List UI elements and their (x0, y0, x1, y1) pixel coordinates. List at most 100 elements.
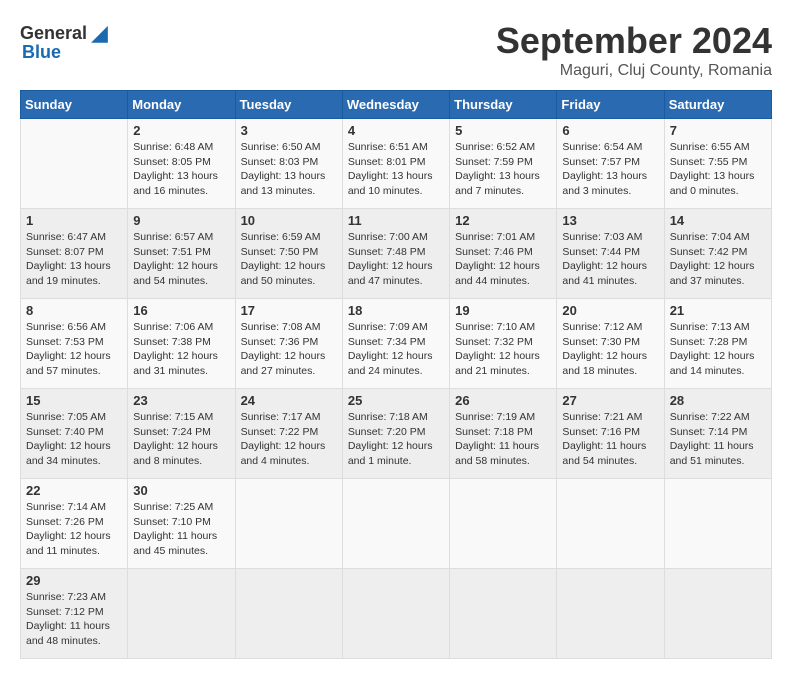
logo-bird-icon: ◢ (91, 20, 108, 46)
day-number: 11 (348, 213, 444, 228)
day-info: Sunrise: 7:13 AMSunset: 7:28 PMDaylight:… (670, 320, 766, 379)
day-info: Sunrise: 7:12 AMSunset: 7:30 PMDaylight:… (562, 320, 658, 379)
day-info: Sunrise: 7:15 AMSunset: 7:24 PMDaylight:… (133, 410, 229, 469)
day-number: 12 (455, 213, 551, 228)
day-number: 16 (133, 303, 229, 318)
list-item: 7Sunrise: 6:55 AMSunset: 7:55 PMDaylight… (664, 119, 771, 209)
logo-general: General (20, 23, 87, 44)
list-item: 21 Sunrise: 7:13 AMSunset: 7:28 PMDayligh… (664, 299, 771, 389)
day-number: 22 (26, 483, 122, 498)
day-info: Sunrise: 6:55 AMSunset: 7:55 PMDaylight:… (670, 140, 766, 199)
day-number: 18 (348, 303, 444, 318)
title-section: September 2024 Maguri, Cluj County, Roma… (496, 20, 772, 80)
list-item (235, 479, 342, 569)
day-info: Sunrise: 7:06 AMSunset: 7:38 PMDaylight:… (133, 320, 229, 379)
day-info: Sunrise: 6:52 AMSunset: 7:59 PMDaylight:… (455, 140, 551, 199)
day-info: Sunrise: 6:57 AMSunset: 7:51 PMDaylight:… (133, 230, 229, 289)
day-info: Sunrise: 7:23 AMSunset: 7:12 PMDaylight:… (26, 590, 122, 649)
col-wednesday: Wednesday (342, 91, 449, 119)
day-number: 2 (133, 123, 229, 138)
list-item: 30 Sunrise: 7:25 AMSunset: 7:10 PMDayligh… (128, 479, 235, 569)
col-monday: Monday (128, 91, 235, 119)
day-number: 30 (133, 483, 229, 498)
logo-blue: Blue (22, 42, 61, 63)
day-number: 4 (348, 123, 444, 138)
day-info: Sunrise: 7:19 AMSunset: 7:18 PMDaylight:… (455, 410, 551, 469)
list-item: 4 Sunrise: 6:51 AMSunset: 8:01 PMDaylight… (342, 119, 449, 209)
day-number: 17 (241, 303, 337, 318)
list-item: 3Sunrise: 6:50 AMSunset: 8:03 PMDaylight… (235, 119, 342, 209)
calendar-subtitle: Maguri, Cluj County, Romania (496, 62, 772, 80)
day-number: 15 (26, 393, 122, 408)
list-item (342, 479, 449, 569)
day-info: Sunrise: 7:08 AMSunset: 7:36 PMDaylight:… (241, 320, 337, 379)
list-item: 12Sunrise: 7:01 AMSunset: 7:46 PMDayligh… (450, 209, 557, 299)
day-info: Sunrise: 7:17 AMSunset: 7:22 PMDaylight:… (241, 410, 337, 469)
list-item: 1 Sunrise: 6:47 AMSunset: 8:07 PMDaylight… (21, 209, 128, 299)
day-info: Sunrise: 6:51 AMSunset: 8:01 PMDaylight:… (348, 140, 444, 199)
day-number: 19 (455, 303, 551, 318)
day-number: 10 (241, 213, 337, 228)
list-item: 24Sunrise: 7:17 AMSunset: 7:22 PMDayligh… (235, 389, 342, 479)
day-number: 8 (26, 303, 122, 318)
list-item: 18 Sunrise: 7:09 AMSunset: 7:34 PMDayligh… (342, 299, 449, 389)
list-item (450, 479, 557, 569)
list-item (557, 569, 664, 659)
list-item: 20 Sunrise: 7:12 AMSunset: 7:30 PMDayligh… (557, 299, 664, 389)
col-thursday: Thursday (450, 91, 557, 119)
day-info: Sunrise: 7:10 AMSunset: 7:32 PMDaylight:… (455, 320, 551, 379)
day-number: 3 (241, 123, 337, 138)
list-item (664, 479, 771, 569)
col-saturday: Saturday (664, 91, 771, 119)
table-row: 29Sunrise: 7:23 AMSunset: 7:12 PMDayligh… (21, 569, 772, 659)
day-info: Sunrise: 7:00 AMSunset: 7:48 PMDaylight:… (348, 230, 444, 289)
list-item: 13Sunrise: 7:03 AMSunset: 7:44 PMDayligh… (557, 209, 664, 299)
day-info: Sunrise: 6:54 AMSunset: 7:57 PMDaylight:… (562, 140, 658, 199)
day-number: 1 (26, 213, 122, 228)
day-info: Sunrise: 7:21 AMSunset: 7:16 PMDaylight:… (562, 410, 658, 469)
list-item (235, 569, 342, 659)
table-row: 22 Sunrise: 7:14 AMSunset: 7:26 PMDayligh… (21, 479, 772, 569)
day-info: Sunrise: 7:25 AMSunset: 7:10 PMDaylight:… (133, 500, 229, 559)
page-header: General ◢ Blue September 2024 Maguri, Cl… (20, 20, 772, 80)
day-number: 23 (133, 393, 229, 408)
list-item: 2 Sunrise: 6:48 AMSunset: 8:05 PMDaylight… (128, 119, 235, 209)
day-info: Sunrise: 7:18 AMSunset: 7:20 PMDaylight:… (348, 410, 444, 469)
day-info: Sunrise: 7:22 AMSunset: 7:14 PMDaylight:… (670, 410, 766, 469)
day-number: 14 (670, 213, 766, 228)
list-item: 5Sunrise: 6:52 AMSunset: 7:59 PMDaylight… (450, 119, 557, 209)
day-info: Sunrise: 7:14 AMSunset: 7:26 PMDaylight:… (26, 500, 122, 559)
day-number: 20 (562, 303, 658, 318)
list-item: 16 Sunrise: 7:06 AMSunset: 7:38 PMDayligh… (128, 299, 235, 389)
list-item: 22 Sunrise: 7:14 AMSunset: 7:26 PMDayligh… (21, 479, 128, 569)
list-item: 9Sunrise: 6:57 AMSunset: 7:51 PMDaylight… (128, 209, 235, 299)
list-item (128, 569, 235, 659)
day-number: 21 (670, 303, 766, 318)
table-row: 8Sunrise: 6:56 AMSunset: 7:53 PMDaylight… (21, 299, 772, 389)
list-item: 19 Sunrise: 7:10 AMSunset: 7:32 PMDayligh… (450, 299, 557, 389)
day-info: Sunrise: 7:04 AMSunset: 7:42 PMDaylight:… (670, 230, 766, 289)
col-tuesday: Tuesday (235, 91, 342, 119)
header-row: Sunday Monday Tuesday Wednesday Thursday… (21, 91, 772, 119)
day-info: Sunrise: 6:47 AMSunset: 8:07 PMDaylight:… (26, 230, 122, 289)
day-info: Sunrise: 7:09 AMSunset: 7:34 PMDaylight:… (348, 320, 444, 379)
list-item: 28 Sunrise: 7:22 AMSunset: 7:14 PMDayligh… (664, 389, 771, 479)
list-item (557, 479, 664, 569)
list-item: 15Sunrise: 7:05 AMSunset: 7:40 PMDayligh… (21, 389, 128, 479)
list-item (342, 569, 449, 659)
day-number: 13 (562, 213, 658, 228)
list-item: 26Sunrise: 7:19 AMSunset: 7:18 PMDayligh… (450, 389, 557, 479)
list-item: 25Sunrise: 7:18 AMSunset: 7:20 PMDayligh… (342, 389, 449, 479)
list-item (450, 569, 557, 659)
table-row: 1 Sunrise: 6:47 AMSunset: 8:07 PMDaylight… (21, 209, 772, 299)
col-sunday: Sunday (21, 91, 128, 119)
list-item: 29Sunrise: 7:23 AMSunset: 7:12 PMDayligh… (21, 569, 128, 659)
list-item: 8Sunrise: 6:56 AMSunset: 7:53 PMDaylight… (21, 299, 128, 389)
list-item: 10Sunrise: 6:59 AMSunset: 7:50 PMDayligh… (235, 209, 342, 299)
list-item: 14 Sunrise: 7:04 AMSunset: 7:42 PMDayligh… (664, 209, 771, 299)
day-number: 27 (562, 393, 658, 408)
table-row: 15Sunrise: 7:05 AMSunset: 7:40 PMDayligh… (21, 389, 772, 479)
calendar-table: Sunday Monday Tuesday Wednesday Thursday… (20, 90, 772, 659)
day-info: Sunrise: 6:48 AMSunset: 8:05 PMDaylight:… (133, 140, 229, 199)
day-number: 28 (670, 393, 766, 408)
